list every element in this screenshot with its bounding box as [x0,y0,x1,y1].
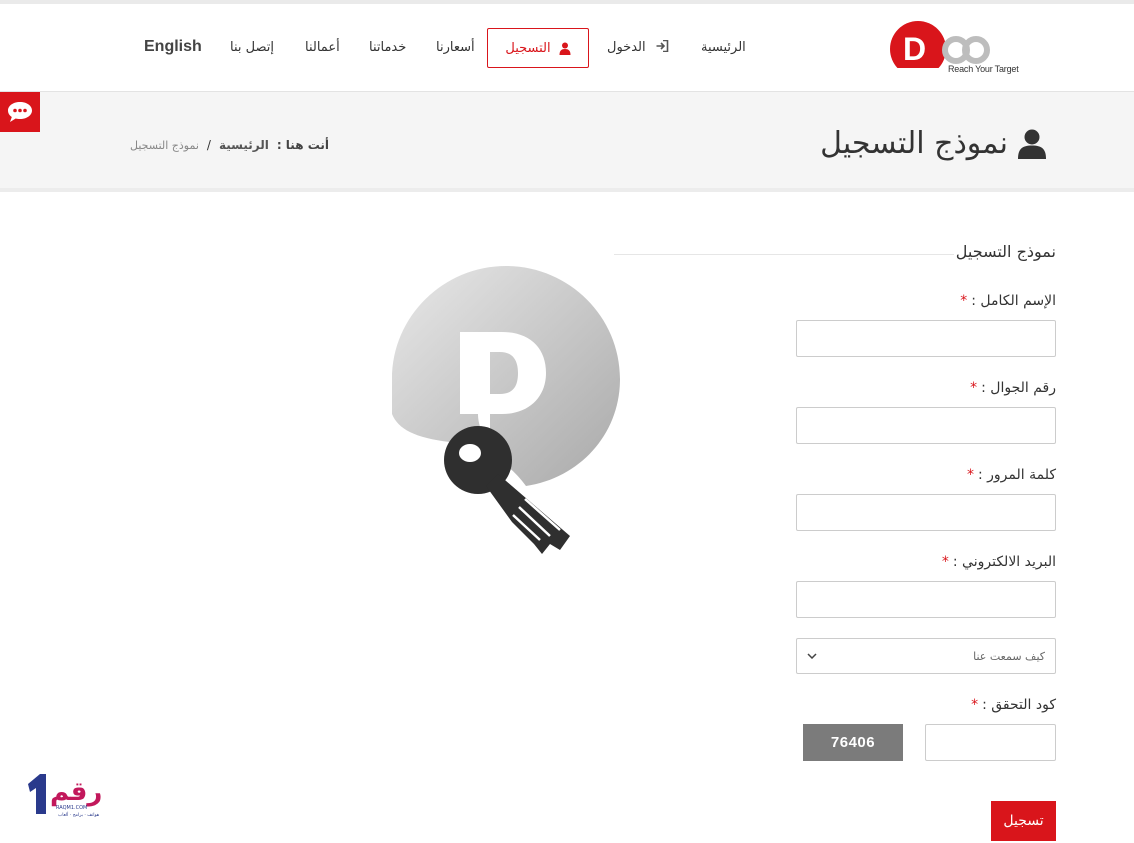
email-input[interactable] [796,581,1056,618]
nav-login[interactable]: الدخول [607,39,669,55]
required-mark: * [970,380,978,396]
mobile-input[interactable] [796,407,1056,444]
nav-login-label: الدخول [607,40,646,55]
nav-english[interactable]: English [144,38,202,56]
page-title-band: نموذج التسجيل أنت هنا : الرئيسية / نموذج… [0,92,1134,192]
raqm1-logo: رقم RAQM1.COM هواتف · برامج · ألعاب [28,774,102,818]
nav-contact[interactable]: إتصل بنا [230,40,274,55]
required-mark: * [971,697,979,713]
logo-tagline: Reach Your Target [948,64,1019,74]
form-title: نموذج التسجيل [955,242,1056,261]
chevron-down-icon [807,653,817,659]
nav-prices[interactable]: أسعارنا [436,40,475,55]
chat-button[interactable] [0,92,40,132]
mobile-label-text: رقم الجوال : [981,380,1056,396]
user-icon [1018,129,1046,159]
sign-in-icon [656,39,669,53]
nav-home[interactable]: الرئيسية [701,40,746,55]
referral-source-select[interactable]: كيف سمعت عنا [796,638,1056,674]
watermark-sub: RAQM1.COM [56,805,87,811]
fullname-label-text: الإسم الكامل : [971,293,1056,309]
required-mark: * [941,554,949,570]
breadcrumb-separator: / [206,138,211,152]
register-key-illustration [392,266,620,554]
nav-register-label: التسجيل [505,40,551,56]
captcha-label-text: كود التحقق : [982,697,1056,713]
required-mark: * [960,293,968,309]
register-submit-button[interactable]: تسجيل [991,801,1056,841]
required-mark: * [966,467,974,483]
password-input[interactable] [796,494,1056,531]
svg-text:D: D [903,31,926,67]
raqm1-watermark: رقم RAQM1.COM هواتف · برامج · ألعاب [24,770,134,820]
watermark-caption: هواتف · برامج · ألعاب [58,811,100,818]
chat-icon [8,102,32,122]
referral-source-value: كيف سمعت عنا [973,649,1045,663]
fullname-input[interactable] [796,320,1056,357]
password-label: كلمة المرور :* [967,467,1056,483]
email-label: البريد الالكتروني :* [942,554,1056,570]
mobile-label: رقم الجوال :* [970,380,1056,396]
user-icon [559,42,571,55]
nav-services[interactable]: خدماتنا [369,40,406,55]
doo-logo-mark: D [890,21,990,77]
captcha-input[interactable] [925,724,1056,761]
site-header: English إتصل بنا أعمالنا خدماتنا أسعارنا… [0,4,1134,92]
site-logo[interactable]: D Reach Your Target [890,18,1020,80]
breadcrumb-current: نموذج التسجيل [130,138,199,152]
email-label-text: البريد الالكتروني : [952,554,1056,570]
breadcrumb: أنت هنا : الرئيسية / نموذج التسجيل [130,138,329,152]
breadcrumb-label: أنت هنا : [276,138,330,152]
watermark-text: رقم [50,777,102,807]
nav-register-button[interactable]: التسجيل [487,28,589,68]
password-label-text: كلمة المرور : [977,467,1056,483]
nav-works[interactable]: أعمالنا [305,40,340,55]
breadcrumb-home[interactable]: الرئيسية [219,138,269,152]
page-title: نموذج التسجيل [820,126,1046,161]
form-title-divider [614,254,954,255]
captcha-image: 76406 [803,724,903,761]
captcha-label: كود التحقق :* [971,697,1056,713]
page-title-text: نموذج التسجيل [820,126,1008,161]
fullname-label: الإسم الكامل :* [960,293,1056,309]
